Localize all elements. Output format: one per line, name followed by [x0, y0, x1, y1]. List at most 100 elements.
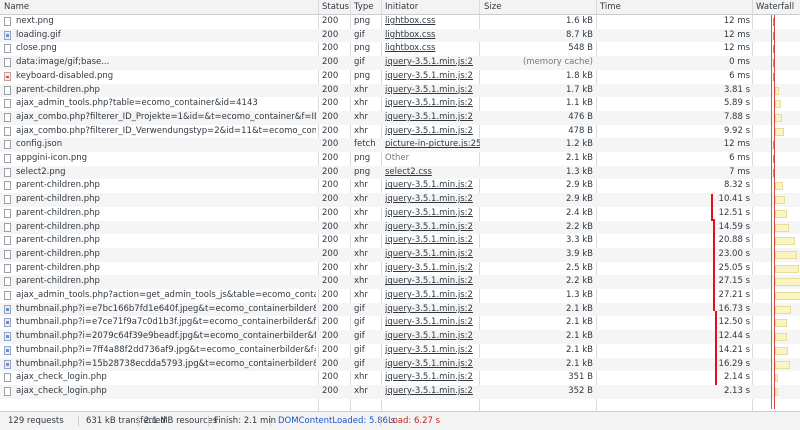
table-row[interactable]: parent-children.php 200 xhr jquery-3.5.1.mi… [0, 179, 800, 193]
request-time: 25.05 s [718, 262, 750, 273]
waterfall-bar [775, 333, 787, 342]
request-initiator[interactable]: jquery-3.5.1.min.js:2 [385, 316, 480, 330]
request-time: 27.15 s [718, 276, 750, 287]
request-initiator[interactable]: picture-in-picture.js:250 [385, 138, 480, 152]
request-type: xhr [354, 235, 368, 246]
request-name: parent-children.php [16, 235, 100, 246]
waterfall-bar [775, 113, 783, 122]
request-initiator[interactable]: jquery-3.5.1.min.js:2 [385, 344, 480, 358]
table-row[interactable]: next.png 200 png lightbox.css 1.6 kB 12 ms [0, 15, 800, 29]
request-status: 200 [322, 372, 339, 383]
request-initiator[interactable]: jquery-3.5.1.min.js:2 [385, 97, 480, 111]
request-initiator[interactable]: jquery-3.5.1.min.js:2 [385, 111, 480, 125]
request-size: 2.9 kB [566, 194, 593, 205]
table-row[interactable]: ajax_admin_tools.php?table=ecomo_contain… [0, 97, 800, 111]
table-row[interactable]: parent-children.php 200 xhr jquery-3.5.1.mi… [0, 207, 800, 221]
request-name: next.png [16, 16, 54, 26]
table-row[interactable]: close.png 200 png lightbox.css 548 B 12 ms [0, 42, 800, 56]
request-initiator[interactable]: jquery-3.5.1.min.js:2 [385, 289, 480, 303]
table-row[interactable]: thumbnail.php?i=2079c64f39e9beadf.jpg&t=… [0, 330, 800, 344]
table-row[interactable]: thumbnail.php?i=e7ce71f9a7c0d1b3f.jpg&t=… [0, 316, 800, 330]
request-initiator[interactable]: lightbox.css [385, 42, 480, 56]
column-header-initiator[interactable]: Initiator [385, 0, 418, 14]
table-row[interactable]: thumbnail.php?i=e7bc166b7fd1e640f.jpeg&t… [0, 302, 800, 317]
request-initiator[interactable]: jquery-3.5.1.min.js:2 [385, 221, 480, 235]
request-type: png [354, 166, 371, 177]
request-initiator[interactable]: jquery-3.5.1.min.js:2 [385, 193, 480, 207]
table-row[interactable]: parent-children.php 200 xhr jquery-3.5.1.mi… [0, 234, 800, 248]
column-header-waterfall[interactable]: Waterfall [756, 0, 794, 14]
request-time: 12 ms [723, 16, 750, 26]
column-header-time[interactable]: Time [600, 0, 621, 14]
request-status: 200 [322, 194, 339, 205]
request-status: 200 [322, 290, 339, 300]
file-icon [4, 222, 11, 232]
column-header-name[interactable]: Name [4, 0, 29, 14]
request-time: 2.13 s [723, 385, 750, 396]
request-initiator[interactable]: select2.css [385, 166, 480, 180]
annotation-mark [715, 311, 717, 385]
request-type: xhr [354, 290, 368, 300]
table-row[interactable]: data:image/gif;base... 200 gif jquery-3.5.1… [0, 56, 800, 70]
table-row[interactable]: thumbnail.php?i=7ff4a88f2dd736af9.jpg&t=… [0, 344, 800, 358]
table-row[interactable]: parent-children.php 200 xhr jquery-3.5.1.mi… [0, 275, 800, 289]
request-initiator[interactable]: lightbox.css [385, 29, 480, 43]
request-initiator[interactable]: jquery-3.5.1.min.js:2 [385, 275, 480, 289]
request-type: xhr [354, 372, 368, 383]
table-row[interactable]: ajax_combo.php?filterer_ID_Verwendungsty… [0, 125, 800, 139]
request-initiator[interactable]: jquery-3.5.1.min.js:2 [385, 303, 480, 317]
request-time: 6 ms [729, 153, 750, 163]
request-initiator[interactable]: jquery-3.5.1.min.js:2 [385, 56, 480, 70]
request-initiator[interactable]: jquery-3.5.1.min.js:2 [385, 207, 480, 221]
request-status: 200 [322, 98, 339, 109]
request-size: 3.9 kB [566, 248, 593, 259]
request-status: 200 [322, 57, 339, 68]
table-row[interactable]: parent-children.php 200 xhr jquery-3.5.1.mi… [0, 247, 800, 262]
request-initiator[interactable]: jquery-3.5.1.min.js:2 [385, 330, 480, 344]
table-row[interactable]: config.json 200 fetch picture-in-picture.js… [0, 138, 800, 152]
table-row[interactable]: select2.png 200 png select2.css 1.3 kB 7 ms [0, 165, 800, 180]
request-initiator[interactable]: lightbox.css [385, 15, 480, 29]
request-name: parent-children.php [16, 207, 100, 218]
request-initiator[interactable]: jquery-3.5.1.min.js:2 [385, 125, 480, 139]
request-status: 200 [322, 262, 339, 273]
request-initiator[interactable]: jquery-3.5.1.min.js:2 [385, 179, 480, 193]
table-row[interactable]: parent-children.php 200 xhr jquery-3.5.1.mi… [0, 193, 800, 207]
table-row[interactable]: ajax_admin_tools.php?action=get_admin_to… [0, 289, 800, 303]
request-name: config.json [16, 139, 63, 150]
request-initiator[interactable]: jquery-3.5.1.min.js:2 [385, 262, 480, 276]
table-row[interactable]: parent-children.php 200 xhr jquery-3.5.1.mi… [0, 262, 800, 276]
request-name: ajax_admin_tools.php?table=ecomo_contain… [16, 98, 258, 109]
request-name: ajax_check_login.php [16, 385, 107, 396]
request-time: 9.92 s [723, 125, 750, 136]
request-initiator[interactable]: jquery-3.5.1.min.js:2 [385, 234, 480, 248]
column-header-type[interactable]: Type [354, 0, 374, 14]
column-header-size[interactable]: Size [484, 0, 501, 14]
request-time: 12 ms [723, 29, 750, 40]
table-row[interactable]: parent-children.php 200 xhr jquery-3.5.1.mi… [0, 83, 800, 98]
table-row[interactable]: keyboard-disabled.png 200 png jquery-3.5.1.… [0, 70, 800, 84]
request-size: 2.1 kB [566, 317, 593, 328]
table-row[interactable]: parent-children.php 200 xhr jquery-3.5.1.mi… [0, 220, 800, 235]
file-icon [4, 140, 11, 150]
request-name: thumbnail.php?i=2079c64f39e9beadf.jpg&t=… [16, 331, 316, 342]
request-size: 2.1 kB [566, 331, 593, 342]
table-row[interactable]: appgini-icon.png 200 png Other 2.1 kB 6 ms [0, 152, 800, 166]
table-row[interactable]: ajax_check_login.php 200 xhr jquery-3.5.1.m… [0, 371, 800, 385]
table-row[interactable]: thumbnail.php?i=15b28738ecdda5793.jpg&t=… [0, 357, 800, 372]
file-icon [4, 181, 11, 191]
table-row[interactable]: ajax_check_login.php 200 xhr jquery-3.5.1.m… [0, 384, 800, 399]
image-file-icon [4, 30, 11, 40]
request-initiator[interactable]: jquery-3.5.1.min.js:2 [385, 371, 480, 385]
column-header-status[interactable]: Status [322, 0, 349, 14]
request-name: ajax_combo.php?filterer_ID_Verwendungsty… [16, 125, 316, 136]
request-initiator[interactable]: jquery-3.5.1.min.js:2 [385, 70, 480, 84]
waterfall-bar [775, 278, 800, 287]
request-initiator[interactable]: jquery-3.5.1.min.js:2 [385, 248, 480, 262]
request-initiator[interactable]: jquery-3.5.1.min.js:2 [385, 385, 480, 399]
table-row[interactable]: loading.gif 200 gif lightbox.css 8.7 kB 12 ms [0, 28, 800, 43]
table-row[interactable]: ajax_combo.php?filterer_ID_Projekte=1&id… [0, 110, 800, 125]
request-initiator[interactable]: jquery-3.5.1.min.js:2 [385, 358, 480, 372]
request-time: 6 ms [729, 70, 750, 81]
request-initiator[interactable]: jquery-3.5.1.min.js:2 [385, 84, 480, 98]
